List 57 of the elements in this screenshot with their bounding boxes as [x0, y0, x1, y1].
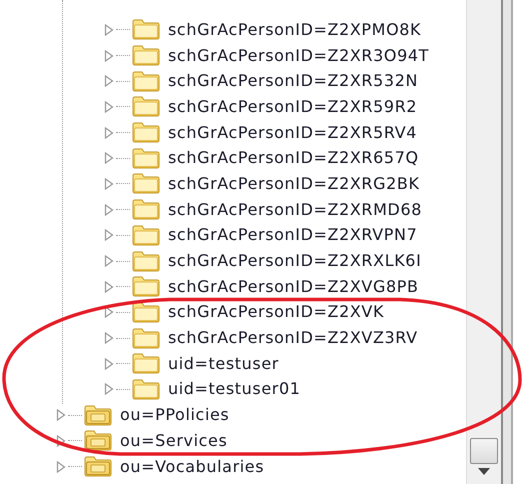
folder-icon: [132, 224, 160, 246]
tree-item-label[interactable]: schGrAcPersonID=Z2XPMO8K: [168, 22, 422, 38]
tree-item-label[interactable]: schGrAcPersonID=Z2XR3O94T: [168, 48, 430, 64]
folder-icon: [132, 378, 160, 400]
scrollbar[interactable]: [466, 0, 501, 484]
expand-arrow-icon[interactable]: [104, 50, 114, 62]
expand-arrow-icon[interactable]: [104, 204, 114, 216]
expand-arrow-icon[interactable]: [104, 24, 114, 36]
folder-icon: [84, 404, 112, 426]
expand-arrow-icon[interactable]: [104, 178, 114, 190]
folder-icon: [132, 328, 160, 349]
tree-item-label[interactable]: schGrAcPersonID=Z2XRVPN7: [168, 227, 418, 244]
expand-arrow-icon[interactable]: [104, 306, 114, 318]
tree-item-label[interactable]: schGrAcPersonID=Z2XVZ3RV: [168, 330, 418, 346]
folder-icon: [84, 430, 112, 452]
tree-item-label[interactable]: ou=PPolicies: [120, 407, 230, 424]
folder-icon: [132, 148, 160, 169]
folder-icon: [132, 19, 160, 40]
folder-icon: [132, 45, 160, 66]
tree-item-label[interactable]: ou=Vocabularies: [120, 458, 264, 475]
tree-item-label[interactable]: schGrAcPersonID=Z2XR59R2: [168, 98, 418, 115]
folder-icon: [132, 276, 160, 298]
folder-icon: [132, 122, 160, 144]
expand-arrow-icon[interactable]: [104, 100, 114, 113]
tree-item-label[interactable]: schGrAcPersonID=Z2XR5RV4: [168, 124, 418, 141]
tree-item-label[interactable]: uid=testuser01: [168, 381, 301, 398]
tree-item-label[interactable]: schGrAcPersonID=Z2XRMD68: [168, 202, 422, 218]
folder-icon: [132, 173, 160, 194]
scrollbar-thumb[interactable]: [470, 438, 498, 464]
expand-arrow-icon[interactable]: [56, 460, 66, 473]
tree-item-label[interactable]: schGrAcPersonID=Z2XRG2BK: [168, 176, 420, 192]
tree-item-label[interactable]: schGrAcPersonID=Z2XVK: [168, 304, 384, 320]
folder-icon: [132, 199, 160, 220]
expand-arrow-icon[interactable]: [56, 434, 66, 447]
expand-arrow-icon[interactable]: [104, 383, 114, 396]
folder-icon: [132, 96, 160, 118]
folder-icon: [132, 353, 160, 374]
expand-arrow-icon[interactable]: [104, 152, 114, 164]
expand-arrow-icon[interactable]: [56, 409, 66, 422]
tree-item-label[interactable]: schGrAcPersonID=Z2XVG8PB: [168, 278, 419, 295]
tree-item-label[interactable]: schGrAcPersonID=Z2XR532N: [168, 73, 418, 90]
expand-arrow-icon[interactable]: [104, 75, 114, 88]
scroll-down-arrow-icon[interactable]: [478, 468, 490, 475]
tree-item-label[interactable]: uid=testuser: [168, 356, 279, 372]
folder-icon: [84, 456, 112, 478]
expand-arrow-icon[interactable]: [104, 229, 114, 242]
expand-arrow-icon[interactable]: [104, 255, 114, 268]
expand-arrow-icon[interactable]: [104, 126, 114, 139]
folder-icon: [132, 302, 160, 323]
tree-item-label[interactable]: schGrAcPersonID=Z2XRXLK6I: [168, 253, 422, 270]
folder-icon: [132, 70, 160, 92]
tree-item-label[interactable]: schGrAcPersonID=Z2XR657Q: [168, 150, 419, 166]
expand-arrow-icon[interactable]: [104, 332, 114, 344]
expand-arrow-icon[interactable]: [104, 358, 114, 370]
expand-arrow-icon[interactable]: [104, 280, 114, 293]
tree-item-label[interactable]: ou=Services: [120, 432, 228, 449]
folder-icon: [132, 250, 160, 272]
